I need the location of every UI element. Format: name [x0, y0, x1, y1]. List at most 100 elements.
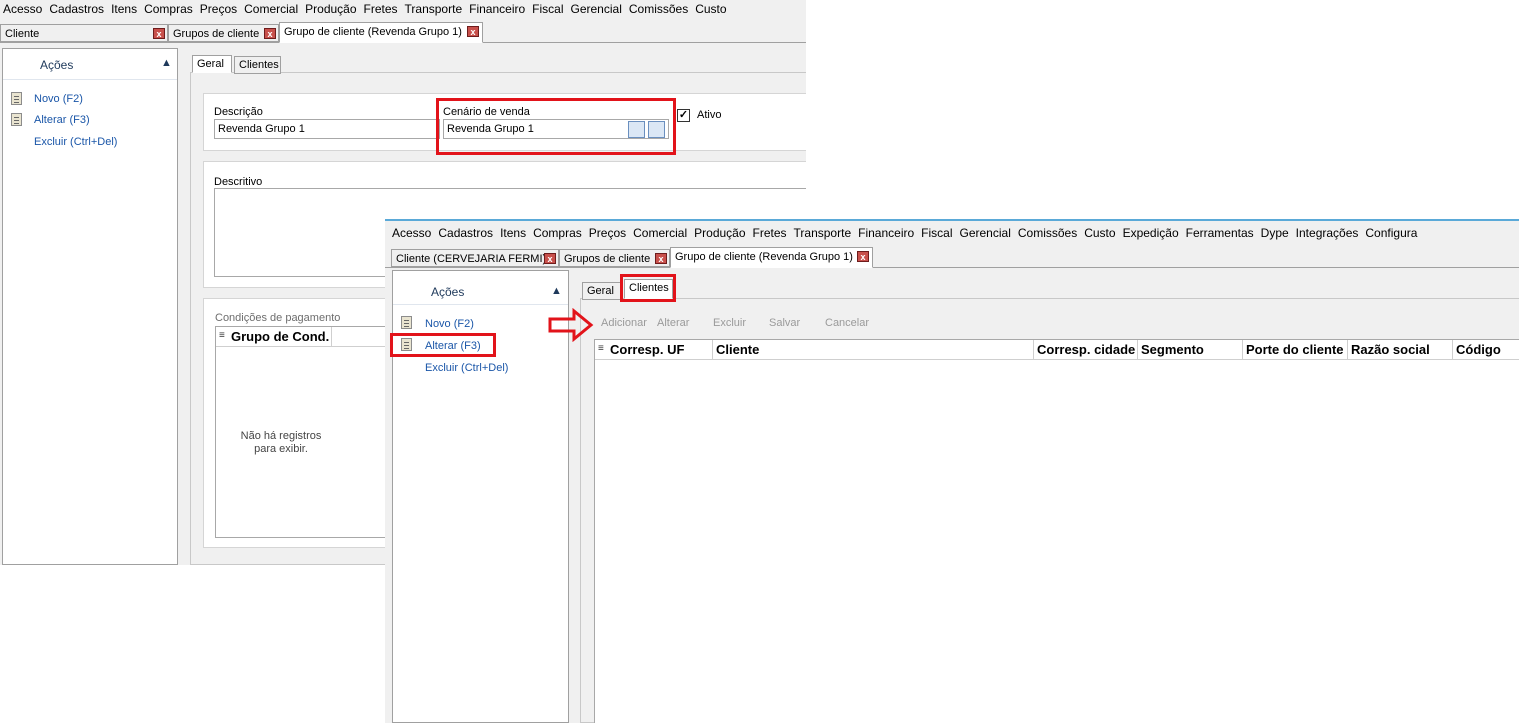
back-tab-cliente[interactable]: Cliente x [0, 24, 168, 42]
toolbar-excluir[interactable]: Excluir [713, 317, 746, 329]
menu-custo[interactable]: Custo [692, 0, 729, 18]
close-icon[interactable]: x [153, 28, 165, 39]
grid-menu-icon[interactable]: ≡ [219, 330, 225, 341]
acoes-title: Ações [40, 58, 74, 72]
empty-line-1: Não há registros [240, 430, 322, 442]
front-tab-cliente[interactable]: Cliente (CERVEJARIA FERMI) x [391, 249, 559, 267]
menu-producao[interactable]: Produção [302, 0, 359, 18]
descritivo-label: Descritivo [214, 176, 263, 188]
condicoes-grid-header: ≡ Grupo de Cond. [216, 327, 394, 347]
menu-cadastros[interactable]: Cadastros [435, 224, 496, 242]
front-tab-grupos-de-cliente[interactable]: Grupos de cliente x [559, 249, 670, 267]
action-novo[interactable]: Novo (F2) [34, 93, 83, 105]
close-icon[interactable]: x [264, 28, 276, 39]
menu-acesso[interactable]: Acesso [389, 224, 434, 242]
menu-itens[interactable]: Itens [497, 224, 529, 242]
tab-label: Cliente (CERVEJARIA FERMI) [396, 253, 547, 265]
menu-integracoes[interactable]: Integrações [1293, 224, 1362, 242]
descricao-label: Descrição [214, 106, 263, 118]
action-excluir[interactable]: Excluir (Ctrl+Del) [425, 362, 508, 374]
clientes-grid-header: ≡ Corresp. UF Cliente Corresp. cidade Se… [595, 340, 1519, 360]
front-acoes-panel: Ações ▲ Novo (F2) Alterar (F3) Excluir (… [390, 270, 569, 723]
menu-cadastros[interactable]: Cadastros [46, 0, 107, 18]
front-menubar: Acesso Cadastros Itens Compras Preços Comerci… [385, 224, 1519, 243]
close-icon[interactable]: x [467, 26, 479, 37]
grid-toolbar: Adicionar Alterar Excluir Salvar Cancela… [594, 313, 1519, 337]
menu-gerencial[interactable]: Gerencial [568, 0, 625, 18]
back-tab-grupo-de-cliente[interactable]: Grupo de cliente (Revenda Grupo 1) x [279, 22, 483, 43]
action-alterar[interactable]: Alterar (F3) [34, 114, 90, 126]
close-icon[interactable]: x [655, 253, 667, 264]
menu-configuracoes[interactable]: Configura [1362, 224, 1420, 242]
menu-fretes[interactable]: Fretes [361, 0, 401, 18]
column-razao-social[interactable]: Razão social [1348, 340, 1453, 359]
menu-comercial[interactable]: Comercial [630, 224, 690, 242]
toolbar-adicionar[interactable]: Adicionar [601, 317, 647, 329]
menu-custo[interactable]: Custo [1081, 224, 1118, 242]
toolbar-cancelar[interactable]: Cancelar [825, 317, 869, 329]
empty-message: Não há registros para exibir. [216, 430, 346, 456]
menu-precos[interactable]: Preços [197, 0, 240, 18]
menu-expedicao[interactable]: Expedição [1120, 224, 1182, 242]
menu-transporte[interactable]: Transporte [402, 0, 466, 18]
front-tab-grupo-de-cliente[interactable]: Grupo de cliente (Revenda Grupo 1) x [670, 247, 873, 268]
acoes-header: Ações ▲ [3, 49, 177, 80]
back-subtab-clientes[interactable]: Clientes [234, 56, 281, 74]
menu-comissoes[interactable]: Comissões [626, 0, 691, 18]
front-window: Acesso Cadastros Itens Compras Preços Comerci… [385, 219, 1519, 723]
tab-label: Cliente [5, 28, 40, 40]
back-tab-grupos-de-cliente[interactable]: Grupos de cliente x [168, 24, 279, 42]
column-segmento[interactable]: Segmento [1138, 340, 1243, 359]
tab-label: Grupos de cliente [173, 28, 260, 40]
column-corresp-cidade[interactable]: Corresp. cidade [1034, 340, 1138, 359]
menu-financeiro[interactable]: Financeiro [466, 0, 528, 18]
edit-document-icon [11, 113, 22, 126]
column-porte-do-cliente[interactable]: Porte do cliente [1243, 340, 1348, 359]
column-cliente[interactable]: Cliente [713, 340, 1034, 359]
menu-precos[interactable]: Preços [586, 224, 629, 242]
alterar-highlight [390, 333, 496, 357]
menu-compras[interactable]: Compras [530, 224, 585, 242]
menu-acesso[interactable]: Acesso [0, 0, 45, 18]
back-acoes-panel: Ações ▲ Novo (F2) Alterar (F3) Excluir (… [2, 48, 178, 565]
toolbar-salvar[interactable]: Salvar [769, 317, 800, 329]
menu-ferramentas[interactable]: Ferramentas [1183, 224, 1257, 242]
menu-financeiro[interactable]: Financeiro [855, 224, 917, 242]
menu-dype[interactable]: Dype [1258, 224, 1292, 242]
menu-fiscal[interactable]: Fiscal [529, 0, 566, 18]
action-novo[interactable]: Novo (F2) [425, 318, 474, 330]
chevron-up-icon[interactable]: ▲ [161, 57, 172, 69]
cenario-highlight [436, 98, 676, 155]
chevron-up-icon[interactable]: ▲ [551, 285, 562, 297]
empty-line-2: para exibir. [254, 443, 308, 455]
close-icon[interactable]: x [544, 253, 556, 264]
front-document-tabs: Cliente (CERVEJARIA FERMI) x Grupos de c… [385, 246, 1519, 268]
menu-gerencial[interactable]: Gerencial [957, 224, 1014, 242]
menu-producao[interactable]: Produção [691, 224, 748, 242]
clientes-grid[interactable] [594, 339, 1519, 723]
ativo-checkbox[interactable]: ✓ [677, 109, 690, 122]
descricao-input[interactable]: Revenda Grupo 1 [214, 119, 440, 139]
tab-label: Grupo de cliente (Revenda Grupo 1) [675, 251, 853, 263]
back-menubar: Acesso Cadastros Itens Compras Preços Comerci… [0, 0, 806, 19]
column-corresp-uf[interactable]: Corresp. UF [607, 340, 713, 359]
clientes-tab-highlight [620, 274, 676, 302]
front-subtab-geral[interactable]: Geral [582, 282, 622, 300]
back-subtab-geral[interactable]: Geral [192, 55, 232, 73]
condicoes-label: Condições de pagamento [215, 312, 341, 324]
menu-fiscal[interactable]: Fiscal [918, 224, 955, 242]
menu-compras[interactable]: Compras [141, 0, 196, 18]
menu-comissoes[interactable]: Comissões [1015, 224, 1080, 242]
grid-menu-icon[interactable]: ≡ [598, 343, 604, 354]
menu-itens[interactable]: Itens [108, 0, 140, 18]
action-excluir[interactable]: Excluir (Ctrl+Del) [34, 136, 117, 148]
toolbar-alterar[interactable]: Alterar [657, 317, 689, 329]
column-codigo[interactable]: Código [1453, 340, 1519, 359]
new-document-icon [11, 92, 22, 105]
close-icon[interactable]: x [857, 251, 869, 262]
menu-comercial[interactable]: Comercial [241, 0, 301, 18]
menu-fretes[interactable]: Fretes [750, 224, 790, 242]
column-grupo-de-cond[interactable]: Grupo de Cond. [228, 327, 332, 346]
acoes-title: Ações [431, 285, 465, 299]
menu-transporte[interactable]: Transporte [791, 224, 855, 242]
